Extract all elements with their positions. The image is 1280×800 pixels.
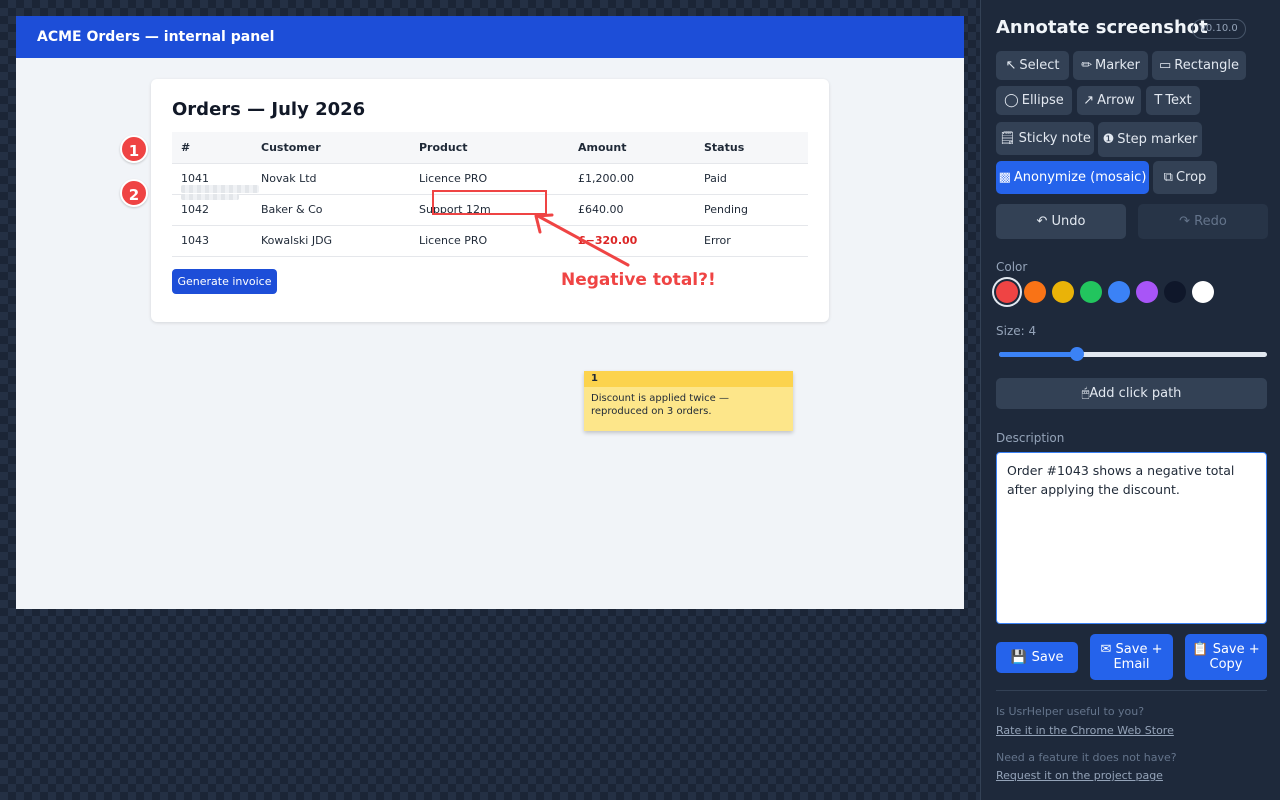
save-copy-text: Save + Copy — [1209, 642, 1260, 672]
tool-marker[interactable]: ✏ Marker — [1073, 51, 1148, 80]
cell-order-id: 1043 — [172, 225, 252, 257]
ellipse-icon: ◯ — [1004, 93, 1019, 108]
mosaic-region[interactable] — [181, 185, 259, 193]
tool-label: Anonymize (mosaic) — [1013, 170, 1147, 185]
cell-status: Paid — [695, 163, 808, 195]
sticky-note-text: Discount is applied twice — reproduced o… — [591, 393, 730, 417]
rate-link[interactable]: Rate it in the Chrome Web Store — [996, 724, 1174, 737]
pencil-icon: ✏ — [1081, 58, 1092, 73]
add-click-path-button[interactable]: 🖱Add click path — [996, 378, 1267, 409]
color-swatch-red[interactable] — [996, 281, 1018, 303]
size-slider-thumb[interactable] — [1069, 347, 1084, 361]
undo-button[interactable]: ↶ Undo — [996, 204, 1126, 239]
footer-question-rate: Is UsrHelper useful to you? — [996, 705, 1145, 718]
cursor-icon: ↖ — [1005, 58, 1017, 73]
version-badge: v0.10.0 — [1192, 19, 1246, 39]
panel-title: Annotate screenshot — [996, 17, 1208, 38]
color-label: Color — [996, 260, 1028, 274]
screenshot-canvas[interactable]: ACME Orders — internal panel Orders — Ju… — [16, 16, 964, 609]
step-marker[interactable]: 1 — [120, 135, 148, 163]
mosaic-region[interactable] — [181, 194, 239, 200]
tool-label: Rectangle — [1174, 58, 1240, 73]
save-copy-button[interactable]: 📋 Save + Copy — [1185, 634, 1267, 680]
save-email-label: ✉ Save + Email — [1096, 642, 1167, 672]
step-number-icon: ❶ — [1102, 132, 1115, 147]
crop-icon: ⧉ — [1163, 170, 1173, 185]
text-annotation[interactable]: Negative total?! — [561, 270, 716, 290]
mosaic-icon: ▩ — [998, 170, 1011, 185]
tool-ellipse[interactable]: ◯ Ellipse — [996, 86, 1072, 115]
tool-sticky-note[interactable]: 🗒 Sticky note — [996, 122, 1094, 155]
column-header: Customer — [252, 132, 410, 164]
cell-customer: Baker & Co — [252, 194, 410, 226]
save-email-button[interactable]: ✉ Save + Email — [1090, 634, 1173, 680]
color-swatch-purple[interactable] — [1136, 281, 1158, 303]
notepad-icon: 🗒 — [999, 131, 1016, 146]
color-swatch-blue[interactable] — [1108, 281, 1130, 303]
floppy-icon: 💾 — [1010, 650, 1027, 665]
clipboard-icon: 📋 — [1192, 642, 1209, 657]
tool-select[interactable]: ↖ Select — [996, 51, 1069, 80]
color-swatch-green[interactable] — [1080, 281, 1102, 303]
tool-label: Ellipse — [1021, 93, 1064, 108]
save-email-text: Save + Email — [1113, 642, 1163, 672]
tool-text[interactable]: T Text — [1146, 86, 1200, 115]
rectangle-annotation[interactable] — [432, 190, 547, 215]
cell-amount: £1,200.00 — [569, 163, 695, 195]
tool-label: Step marker — [1117, 132, 1198, 147]
cell-customer: Novak Ltd — [252, 163, 410, 195]
annotation-panel: Annotate screenshot v0.10.0 ↖ Select ✏ Mar… — [980, 0, 1280, 800]
save-button[interactable]: 💾 Save — [996, 642, 1078, 673]
cell-product: Licence PRO — [410, 225, 569, 257]
size-slider-track[interactable] — [999, 352, 1267, 357]
tool-label: Select — [1019, 58, 1060, 73]
rectangle-icon: ▭ — [1158, 58, 1172, 73]
size-label: Size: 4 — [996, 324, 1037, 338]
step-marker[interactable]: 2 — [120, 179, 148, 207]
tool-step-marker[interactable]: ❶ Step marker — [1098, 122, 1202, 157]
color-swatch-orange[interactable] — [1024, 281, 1046, 303]
request-feature-link[interactable]: Request it on the project page — [996, 769, 1163, 782]
generate-invoice-button[interactable]: Generate invoice — [172, 269, 277, 294]
sticky-note[interactable]: 1 Discount is applied twice — reproduced… — [584, 371, 793, 431]
cell-amount: £640.00 — [569, 194, 695, 226]
tool-arrow[interactable]: ↗ Arrow — [1077, 86, 1141, 115]
description-label: Description — [996, 431, 1065, 445]
footer-question-feature: Need a feature it does not have? — [996, 751, 1177, 764]
description-field[interactable]: Order #1043 shows a negative total after… — [996, 452, 1267, 624]
sticky-note-number: 1 — [584, 371, 793, 387]
tool-label: Arrow — [1097, 93, 1135, 108]
tool-label: Text — [1165, 93, 1192, 108]
arrow-icon: ↗ — [1083, 93, 1095, 108]
cell-amount-error: £−320.00 — [569, 225, 695, 257]
column-header: Amount — [569, 132, 695, 164]
color-swatch-white[interactable] — [1192, 281, 1214, 303]
cell-status: Error — [695, 225, 808, 257]
envelope-icon: ✉ — [1100, 642, 1112, 657]
color-swatch-yellow[interactable] — [1052, 281, 1074, 303]
table-header-row: # Customer Product Amount Status — [172, 132, 808, 164]
panel-divider — [996, 690, 1267, 691]
tool-anonymize[interactable]: ▩ Anonymize (mosaic) — [996, 161, 1149, 194]
tool-label: Crop — [1175, 170, 1207, 185]
cell-customer: Kowalski JDG — [252, 225, 410, 257]
tool-label: Sticky note — [1018, 131, 1091, 146]
column-header: Status — [695, 132, 808, 164]
size-slider-fill — [999, 352, 1077, 357]
save-copy-label: 📋 Save + Copy — [1191, 642, 1261, 672]
column-header: # — [172, 132, 252, 164]
color-swatch-black[interactable] — [1164, 281, 1186, 303]
table-row: 1043 Kowalski JDG Licence PRO £−320.00 E… — [172, 225, 808, 257]
tool-label: Marker — [1094, 58, 1140, 73]
tool-crop[interactable]: ⧉ Crop — [1153, 161, 1217, 194]
redo-button[interactable]: ↷ Redo — [1138, 204, 1268, 239]
cell-status: Pending — [695, 194, 808, 226]
text-icon: T — [1154, 93, 1163, 108]
card-title: Orders — July 2026 — [172, 99, 366, 120]
app-header: ACME Orders — internal panel — [16, 16, 964, 58]
save-label: Save — [1031, 650, 1064, 665]
column-header: Product — [410, 132, 569, 164]
tool-rectangle[interactable]: ▭ Rectangle — [1152, 51, 1246, 80]
